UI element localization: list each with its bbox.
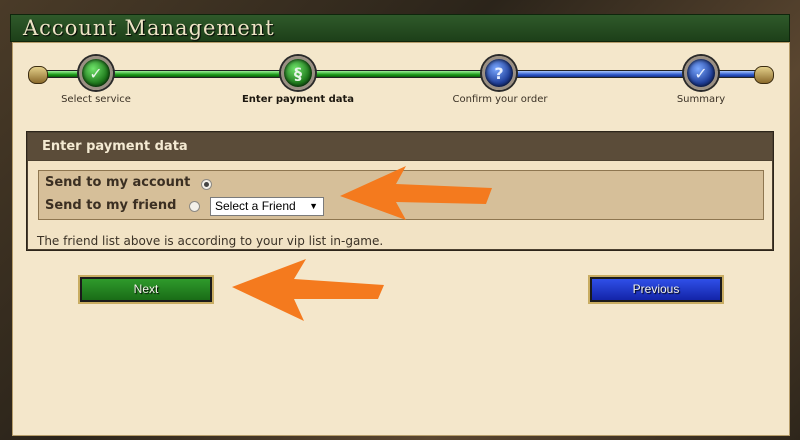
step-label-summary: Summary (676, 94, 726, 105)
progress-track-remaining (480, 70, 760, 78)
progress-cap-left (28, 66, 48, 84)
header-bar: Account Management (10, 14, 790, 42)
annotation-arrow-icon (232, 259, 384, 321)
progress-cap-right (754, 66, 774, 84)
send-to-my-account-label: Send to my account (45, 175, 191, 190)
dropdown-arrow-icon: ▼ (309, 201, 318, 211)
send-to-my-friend-label: Send to my friend (45, 198, 177, 213)
step-4-checkmark-icon: ✓ (684, 56, 718, 90)
step-label-enter-payment-data: Enter payment data (241, 94, 355, 105)
friend-select-value: Select a Friend (215, 199, 296, 213)
send-to-my-account-radio[interactable] (201, 179, 212, 190)
page-title: Account Management (23, 16, 275, 40)
step-2-scroll-icon: § (281, 56, 315, 90)
friend-list-note: The friend list above is according to yo… (37, 234, 384, 248)
annotation-arrow-icon (340, 166, 492, 220)
step-1-scroll-check-icon: ✓ (79, 56, 113, 90)
window-frame: Account Management ✓ § ? ✓ Select servic… (0, 0, 800, 440)
next-button[interactable]: Next (78, 275, 214, 304)
step-label-select-service: Select service (61, 94, 131, 105)
send-to-my-friend-radio[interactable] (189, 201, 200, 212)
step-label-confirm-order: Confirm your order (452, 94, 548, 105)
previous-button[interactable]: Previous (588, 275, 724, 304)
friend-select[interactable]: Select a Friend ▼ (210, 197, 324, 216)
step-3-question-scroll-icon: ? (482, 56, 516, 90)
payment-heading: Enter payment data (28, 133, 772, 160)
